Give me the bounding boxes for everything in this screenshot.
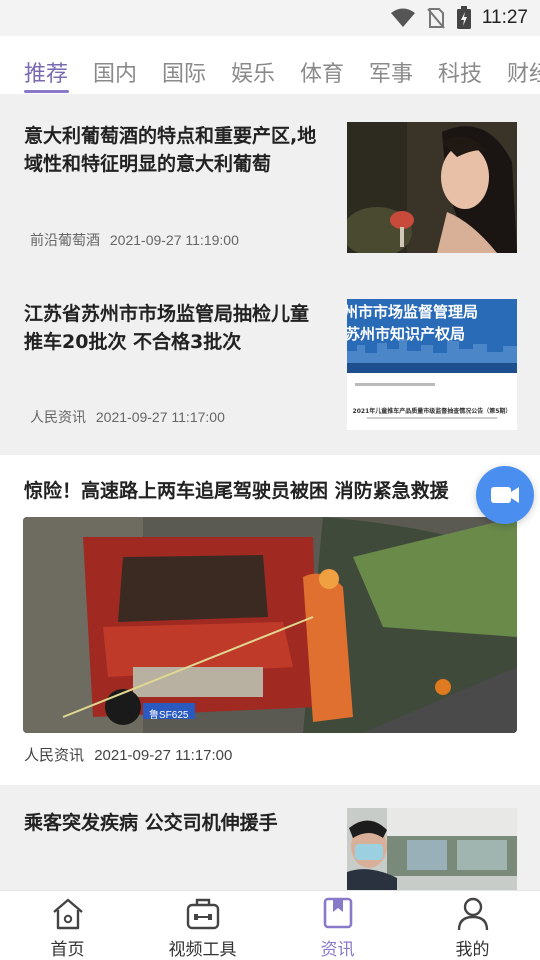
wine-woman-photo bbox=[347, 122, 517, 253]
news-feed[interactable]: 意大利葡萄酒的特点和重要产区,地 域性和特征明显的意大利葡萄 前沿葡萄酒 202… bbox=[0, 94, 540, 890]
nav-item-video-tools[interactable]: 视频工具 bbox=[135, 891, 270, 960]
tab-entertainment[interactable]: 娱乐 bbox=[231, 56, 275, 88]
category-tab-bar: 推荐 国内 国际 娱乐 体育 军事 科技 财经 bbox=[0, 36, 540, 94]
home-icon bbox=[52, 898, 83, 930]
news-title-line: 江苏省苏州市市场监管局抽检儿童 bbox=[24, 303, 310, 325]
nav-item-mine[interactable]: 我的 bbox=[405, 891, 540, 960]
city-skyline-graphic bbox=[347, 339, 517, 363]
news-meta: 人民资讯 2021-09-27 11:17:00 bbox=[30, 407, 225, 427]
thumbnail-line bbox=[367, 417, 497, 419]
tab-military[interactable]: 军事 bbox=[369, 56, 413, 88]
thumbnail-banner: 州市市场监督管理局 苏州市知识产权局 bbox=[347, 299, 517, 363]
truck-crash-photo bbox=[23, 517, 517, 733]
thumbnail-line bbox=[355, 383, 435, 386]
nav-item-news[interactable]: 资讯 bbox=[270, 891, 405, 960]
news-meta: 人民资讯 2021-09-27 11:17:00 bbox=[24, 744, 232, 765]
wifi-icon bbox=[390, 8, 415, 27]
thumbnail-nav-strip bbox=[347, 363, 517, 373]
news-card[interactable]: 意大利葡萄酒的特点和重要产区,地 域性和特征明显的意大利葡萄 前沿葡萄酒 202… bbox=[0, 94, 540, 272]
news-source: 人民资讯 bbox=[30, 410, 86, 426]
tab-sports[interactable]: 体育 bbox=[300, 56, 344, 88]
news-title-line: 推车20批次 不合格3批次 bbox=[24, 331, 242, 353]
status-time: 11:27 bbox=[481, 7, 528, 28]
status-icons: 11:27 bbox=[390, 5, 528, 31]
news-source: 人民资讯 bbox=[24, 746, 85, 764]
news-meta: 前沿葡萄酒 2021-09-27 11:19:00 bbox=[30, 230, 239, 250]
news-title-line: 意大利葡萄酒的特点和重要产区,地 bbox=[24, 125, 317, 147]
news-card[interactable]: 惊险！高速路上两车追尾驾驶员被困 消防紧急救援 鲁SF625 人民资讯 2021… bbox=[0, 455, 540, 785]
floating-video-button[interactable] bbox=[476, 466, 534, 524]
status-bar: 11:27 bbox=[0, 0, 540, 36]
tab-finance[interactable]: 财经 bbox=[507, 56, 540, 88]
news-time: 2021-09-27 11:17:00 bbox=[94, 747, 233, 764]
news-title: 乘客突发疾病 公交司机伸援手 bbox=[24, 812, 278, 834]
news-thumbnail[interactable] bbox=[347, 808, 517, 890]
tab-recommend[interactable]: 推荐 bbox=[24, 56, 68, 88]
news-image[interactable]: 鲁SF625 bbox=[23, 517, 517, 733]
news-source: 前沿葡萄酒 bbox=[30, 233, 100, 249]
thumbnail-caption: 2021年儿童推车产品质量市级监督抽查情况公告（第5期） bbox=[352, 408, 512, 415]
nav-label: 首页 bbox=[50, 940, 85, 960]
news-card[interactable]: 乘客突发疾病 公交司机伸援手 bbox=[0, 787, 540, 890]
active-tab-indicator bbox=[24, 90, 69, 93]
nav-label: 资讯 bbox=[320, 940, 355, 960]
toolbox-icon bbox=[186, 898, 219, 930]
nav-item-home[interactable]: 首页 bbox=[0, 891, 135, 960]
bottom-navigation: 首页 视频工具 资讯 我的 bbox=[0, 890, 540, 960]
person-icon bbox=[457, 897, 488, 931]
news-title: 江苏省苏州市市场监管局抽检儿童 推车20批次 不合格3批次 bbox=[24, 300, 342, 356]
news-title: 意大利葡萄酒的特点和重要产区,地 域性和特征明显的意大利葡萄 bbox=[24, 122, 342, 178]
license-plate-text: 鲁SF625 bbox=[149, 710, 189, 721]
news-thumbnail[interactable] bbox=[347, 122, 517, 253]
nav-label: 视频工具 bbox=[168, 940, 237, 960]
video-camera-icon bbox=[491, 487, 519, 503]
news-thumbnail[interactable]: 州市市场监督管理局 苏州市知识产权局 2021年儿童推车产品质量市级监督抽查情况… bbox=[347, 299, 517, 430]
news-title-line: 域性和特征明显的意大利葡萄 bbox=[24, 153, 272, 175]
bookmark-icon bbox=[323, 897, 352, 929]
news-card[interactable]: 江苏省苏州市市场监管局抽检儿童 推车20批次 不合格3批次 人民资讯 2021-… bbox=[0, 272, 540, 452]
no-sim-icon bbox=[427, 8, 445, 29]
news-time: 2021-09-27 11:19:00 bbox=[109, 232, 239, 248]
bus-driver-photo bbox=[347, 808, 517, 890]
battery-charging-icon bbox=[456, 6, 471, 29]
nav-label: 我的 bbox=[455, 940, 490, 960]
news-time: 2021-09-27 11:17:00 bbox=[95, 409, 225, 425]
tab-domestic[interactable]: 国内 bbox=[93, 56, 137, 88]
tab-technology[interactable]: 科技 bbox=[438, 56, 482, 88]
news-title: 惊险！高速路上两车追尾驾驶员被困 消防紧急救援 bbox=[24, 480, 449, 502]
tab-international[interactable]: 国际 bbox=[162, 56, 206, 88]
